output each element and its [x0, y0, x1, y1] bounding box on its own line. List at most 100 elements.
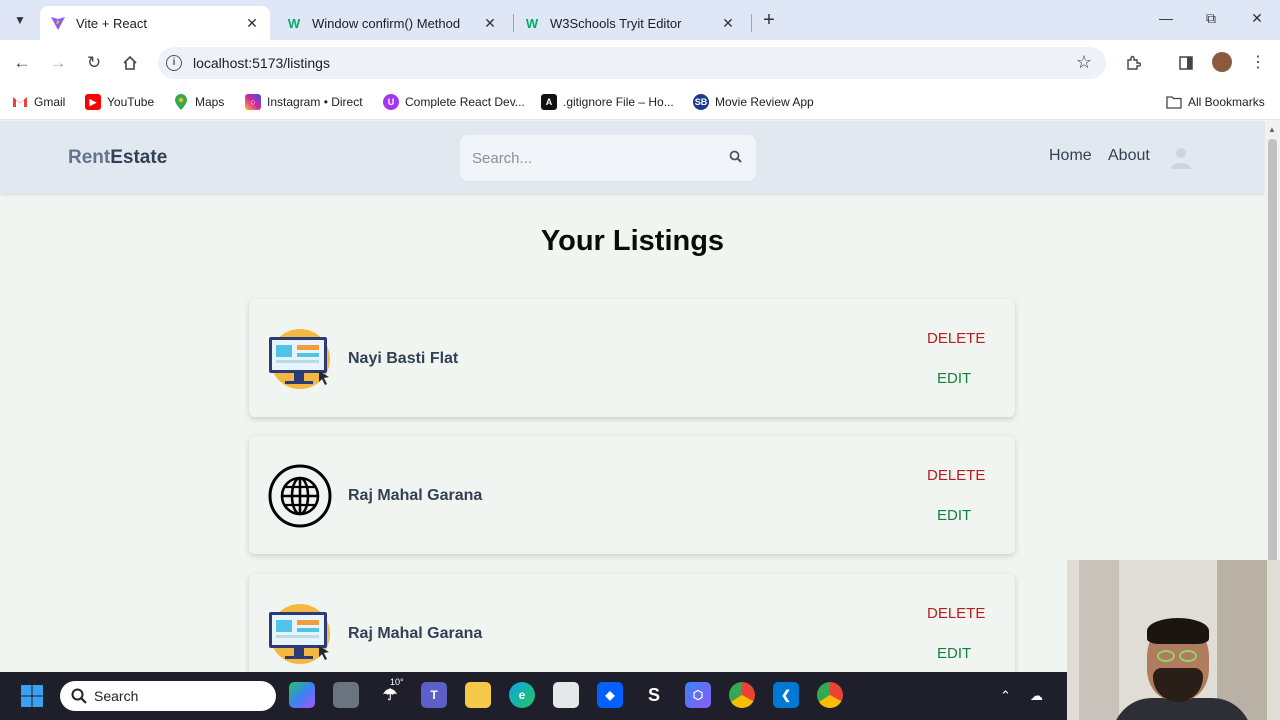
scrollbar-thumb[interactable]: [1268, 139, 1277, 579]
listing-name[interactable]: Raj Mahal Garana: [348, 625, 482, 643]
bookmark-maps[interactable]: Maps: [173, 94, 224, 110]
bookmark-label: Gmail: [34, 95, 66, 109]
webcam-glasses-right: [1179, 650, 1197, 662]
window-close-icon[interactable]: ✕: [1247, 10, 1267, 30]
all-bookmarks[interactable]: All Bookmarks: [1166, 94, 1265, 110]
more-menu-icon[interactable]: ⋮: [1246, 51, 1270, 75]
edit-button[interactable]: EDIT: [937, 370, 971, 387]
delete-button[interactable]: DELETE: [927, 330, 985, 347]
tab-w3schools-tryit[interactable]: W W3Schools Tryit Editor ✕: [514, 6, 746, 40]
bookmark-gitignore[interactable]: A .gitignore File – Ho...: [541, 94, 674, 110]
taskbar-search-box[interactable]: Search: [60, 681, 276, 711]
vite-icon: [50, 15, 66, 31]
back-arrow-icon[interactable]: ←: [10, 51, 34, 75]
codebase-icon: A: [541, 94, 557, 110]
all-bookmarks-label: All Bookmarks: [1188, 95, 1265, 109]
tray-chevron-up-icon[interactable]: ⌃: [1000, 688, 1011, 704]
listing-name[interactable]: Raj Mahal Garana: [348, 487, 482, 505]
minimize-icon[interactable]: —: [1156, 10, 1176, 30]
edit-button[interactable]: EDIT: [937, 507, 971, 524]
store-icon[interactable]: [553, 682, 579, 708]
side-panel-icon[interactable]: [1174, 51, 1198, 75]
listing-card[interactable]: Raj Mahal Garana DELETE EDIT: [249, 436, 1015, 554]
search-icon[interactable]: [728, 149, 744, 165]
weather-temperature: 10°: [390, 677, 404, 687]
address-url[interactable]: localhost:5173/listings: [193, 55, 330, 71]
w3schools-icon: W: [525, 15, 539, 31]
bookmark-label: YouTube: [107, 95, 155, 109]
search-input[interactable]: [472, 147, 712, 169]
webcam-door: [1079, 560, 1119, 720]
delete-button[interactable]: DELETE: [927, 467, 985, 484]
listing-card[interactable]: Raj Mahal Garana DELETE EDIT: [249, 574, 1015, 672]
computer-illustration[interactable]: [267, 327, 333, 391]
tab-title: Window confirm() Method: [312, 15, 461, 31]
bookmark-react-course[interactable]: U Complete React Dev...: [383, 94, 525, 110]
webcam-door-frame: [1217, 560, 1267, 720]
tab-title: Vite + React: [76, 15, 147, 31]
dropbox-icon[interactable]: ◆: [597, 682, 623, 708]
youtube-icon: ▶: [85, 94, 101, 110]
copilot-icon[interactable]: [289, 682, 315, 708]
bookmark-label: .gitignore File – Ho...: [563, 95, 674, 109]
address-bar[interactable]: i localhost:5173/listings ☆: [158, 47, 1106, 79]
site-logo[interactable]: RentEstate: [68, 147, 167, 169]
app-s-icon[interactable]: S: [641, 682, 667, 708]
nav-about-link[interactable]: About: [1108, 147, 1150, 165]
maps-icon: [173, 94, 189, 110]
edge-icon[interactable]: e: [509, 682, 535, 708]
chrome-icon[interactable]: [817, 682, 843, 708]
tab-window-confirm[interactable]: W Window confirm() Method ✕: [276, 6, 508, 40]
browser-toolbar: ← → ↻ i localhost:5173/listings ☆ ⋮: [0, 40, 1280, 86]
nav-home-link[interactable]: Home: [1049, 147, 1092, 165]
teams-icon[interactable]: T: [421, 682, 447, 708]
file-explorer-icon[interactable]: [465, 682, 491, 708]
bookmark-star-icon[interactable]: ☆: [1076, 52, 1092, 73]
listing-card[interactable]: Nayi Basti Flat DELETE EDIT: [249, 299, 1015, 417]
bookmark-instagram[interactable]: ○ Instagram • Direct: [245, 94, 363, 110]
tab-search-dropdown-icon[interactable]: ▼: [8, 8, 32, 32]
webcam-person-hair: [1147, 618, 1209, 644]
close-icon[interactable]: ✕: [482, 15, 498, 32]
folder-icon: [1166, 94, 1182, 110]
restore-icon[interactable]: ⧉: [1201, 10, 1221, 30]
reload-icon[interactable]: ↻: [82, 51, 106, 75]
close-icon[interactable]: ✕: [244, 15, 260, 32]
delete-button[interactable]: DELETE: [927, 605, 985, 622]
page-title: Your Listings: [540, 225, 725, 257]
scroll-up-arrow-icon[interactable]: ▲: [1268, 125, 1276, 134]
edit-button[interactable]: EDIT: [937, 645, 971, 662]
bookmark-movie-review[interactable]: SB Movie Review App: [693, 94, 814, 110]
logo-part-estate: Estate: [110, 147, 168, 168]
file-stack-icon[interactable]: [333, 682, 359, 708]
chrome-icon[interactable]: [729, 682, 755, 708]
profile-avatar[interactable]: [1212, 52, 1232, 72]
computer-illustration[interactable]: [267, 602, 333, 666]
instagram-icon: ○: [245, 94, 261, 110]
extensions-puzzle-icon[interactable]: [1121, 51, 1145, 75]
tab-separator: [751, 14, 752, 32]
bookmark-label: Instagram • Direct: [267, 95, 363, 109]
forward-arrow-icon[interactable]: →: [46, 51, 70, 75]
bookmarks-bar: Gmail ▶ YouTube Maps ○ Instagram • Direc…: [0, 86, 1280, 120]
bookmark-label: Complete React Dev...: [405, 95, 525, 109]
listing-name[interactable]: Nayi Basti Flat: [348, 350, 458, 368]
new-tab-plus-icon[interactable]: +: [758, 9, 780, 31]
close-icon[interactable]: ✕: [720, 15, 736, 32]
vscode-icon[interactable]: ❮: [773, 682, 799, 708]
bookmark-label: Movie Review App: [715, 95, 814, 109]
globe-icon[interactable]: [267, 464, 333, 528]
bookmark-gmail[interactable]: Gmail: [12, 94, 65, 110]
search-box: [460, 135, 756, 181]
bookmark-youtube[interactable]: ▶ YouTube: [85, 94, 154, 110]
bookmark-label: Maps: [195, 95, 225, 109]
udemy-icon: U: [383, 94, 399, 110]
tab-vite-react[interactable]: Vite + React ✕: [40, 6, 270, 40]
webcam-glasses-left: [1157, 650, 1175, 662]
user-avatar-icon[interactable]: [1169, 145, 1193, 169]
onedrive-cloud-icon[interactable]: ☁: [1030, 688, 1043, 704]
site-info-icon[interactable]: i: [166, 55, 182, 71]
windows-start-icon[interactable]: [20, 684, 44, 708]
app-hexagon-icon[interactable]: ⬡: [685, 682, 711, 708]
home-icon[interactable]: [118, 51, 142, 75]
